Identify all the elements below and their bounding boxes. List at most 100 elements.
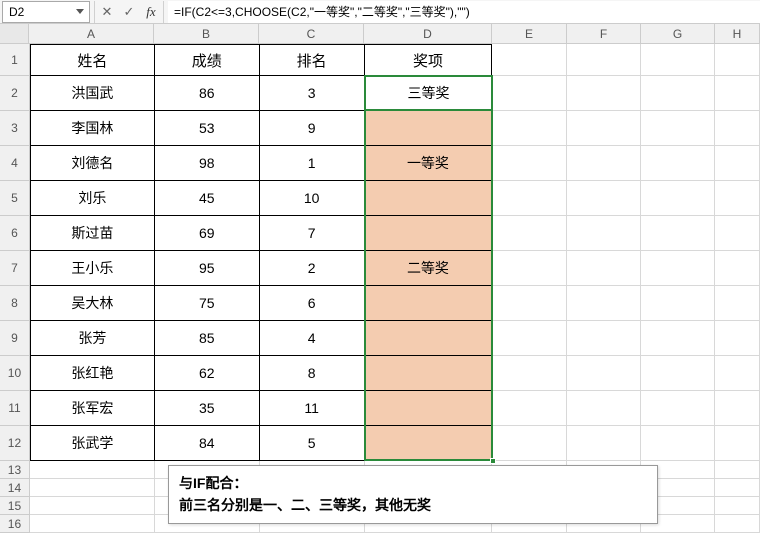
empty-cell[interactable]: [567, 356, 641, 391]
empty-cell[interactable]: [492, 286, 567, 321]
col-header-A[interactable]: A: [29, 24, 154, 44]
cell-score[interactable]: 35: [155, 391, 260, 426]
cell-rank[interactable]: 8: [260, 356, 365, 391]
row-header-9[interactable]: 9: [0, 321, 30, 356]
cell-award[interactable]: [365, 356, 493, 391]
empty-cell[interactable]: [641, 181, 715, 216]
cell-rank[interactable]: 5: [260, 426, 365, 461]
cell-award[interactable]: [365, 111, 493, 146]
empty-cell[interactable]: [492, 391, 567, 426]
empty-cell[interactable]: [492, 76, 567, 111]
cell-rank[interactable]: 6: [260, 286, 365, 321]
empty-cell[interactable]: [492, 146, 567, 181]
empty-cell[interactable]: [715, 251, 760, 286]
empty-cell[interactable]: [567, 251, 641, 286]
empty-cell[interactable]: [641, 426, 715, 461]
empty-cell[interactable]: [567, 286, 641, 321]
empty-cell[interactable]: [567, 181, 641, 216]
empty-cell[interactable]: [30, 515, 155, 533]
cell-score[interactable]: 84: [155, 426, 260, 461]
cell-score[interactable]: 62: [155, 356, 260, 391]
select-all-corner[interactable]: [0, 24, 29, 44]
empty-cell[interactable]: [715, 76, 760, 111]
cell-rank[interactable]: 3: [260, 76, 365, 111]
col-header-H[interactable]: H: [715, 24, 760, 44]
cell-name[interactable]: 斯过苗: [30, 216, 155, 251]
cell-award[interactable]: [365, 426, 493, 461]
cell-score[interactable]: 98: [155, 146, 260, 181]
cell-award[interactable]: [365, 286, 493, 321]
row-header-1[interactable]: 1: [0, 44, 30, 76]
empty-cell[interactable]: [715, 111, 760, 146]
cell-award[interactable]: [365, 216, 493, 251]
empty-cell[interactable]: [641, 391, 715, 426]
cell-name[interactable]: 刘乐: [30, 181, 155, 216]
empty-cell[interactable]: [30, 461, 155, 479]
name-box-dropdown-icon[interactable]: [73, 5, 87, 19]
header-name[interactable]: 姓名: [30, 44, 155, 76]
col-header-C[interactable]: C: [259, 24, 364, 44]
row-header-6[interactable]: 6: [0, 216, 30, 251]
empty-cell[interactable]: [715, 426, 760, 461]
empty-cell[interactable]: [715, 44, 760, 76]
empty-cell[interactable]: [30, 479, 155, 497]
row-header-14[interactable]: 14: [0, 479, 30, 497]
empty-cell[interactable]: [715, 286, 760, 321]
cell-score[interactable]: 86: [155, 76, 260, 111]
cell-award[interactable]: [365, 321, 493, 356]
row-header-5[interactable]: 5: [0, 181, 30, 216]
cell-name[interactable]: 吴大林: [30, 286, 155, 321]
cell-rank[interactable]: 1: [260, 146, 365, 181]
cell-rank[interactable]: 11: [260, 391, 365, 426]
cell-name[interactable]: 王小乐: [30, 251, 155, 286]
header-rank[interactable]: 排名: [260, 44, 365, 76]
empty-cell[interactable]: [641, 111, 715, 146]
fx-icon[interactable]: fx: [143, 4, 159, 20]
cell-name[interactable]: 张军宏: [30, 391, 155, 426]
cell-rank[interactable]: 10: [260, 181, 365, 216]
empty-cell[interactable]: [567, 391, 641, 426]
row-header-13[interactable]: 13: [0, 461, 30, 479]
col-header-F[interactable]: F: [567, 24, 641, 44]
empty-cell[interactable]: [567, 146, 641, 181]
row-header-3[interactable]: 3: [0, 111, 30, 146]
cell-score[interactable]: 53: [155, 111, 260, 146]
cell-score[interactable]: 85: [155, 321, 260, 356]
header-award[interactable]: 奖项: [365, 44, 493, 76]
empty-cell[interactable]: [492, 356, 567, 391]
empty-cell[interactable]: [492, 251, 567, 286]
col-header-D[interactable]: D: [364, 24, 492, 44]
empty-cell[interactable]: [567, 216, 641, 251]
empty-cell[interactable]: [567, 44, 641, 76]
empty-cell[interactable]: [715, 181, 760, 216]
empty-cell[interactable]: [641, 216, 715, 251]
name-box[interactable]: D2: [2, 1, 90, 23]
spreadsheet-grid[interactable]: ABCDEFGH 1姓名成绩排名奖项2洪国武863三等奖3李国林5394刘德名9…: [0, 24, 760, 533]
row-header-4[interactable]: 4: [0, 146, 30, 181]
empty-cell[interactable]: [641, 146, 715, 181]
empty-cell[interactable]: [715, 146, 760, 181]
cell-award[interactable]: [365, 391, 493, 426]
col-header-G[interactable]: G: [641, 24, 715, 44]
cell-score[interactable]: 75: [155, 286, 260, 321]
empty-cell[interactable]: [492, 426, 567, 461]
empty-cell[interactable]: [567, 426, 641, 461]
row-header-10[interactable]: 10: [0, 356, 30, 391]
cell-name[interactable]: 李国林: [30, 111, 155, 146]
formula-input[interactable]: =IF(C2<=3,CHOOSE(C2,"一等奖","二等奖","三等奖"),"…: [168, 1, 760, 23]
header-score[interactable]: 成绩: [155, 44, 260, 76]
empty-cell[interactable]: [492, 111, 567, 146]
col-header-B[interactable]: B: [154, 24, 259, 44]
cell-name[interactable]: 张红艳: [30, 356, 155, 391]
empty-cell[interactable]: [492, 181, 567, 216]
cell-rank[interactable]: 7: [260, 216, 365, 251]
empty-cell[interactable]: [492, 321, 567, 356]
empty-cell[interactable]: [715, 321, 760, 356]
empty-cell[interactable]: [715, 356, 760, 391]
empty-cell[interactable]: [492, 216, 567, 251]
empty-cell[interactable]: [715, 391, 760, 426]
empty-cell[interactable]: [715, 479, 760, 497]
cell-name[interactable]: 张武学: [30, 426, 155, 461]
empty-cell[interactable]: [641, 76, 715, 111]
cell-name[interactable]: 洪国武: [30, 76, 155, 111]
